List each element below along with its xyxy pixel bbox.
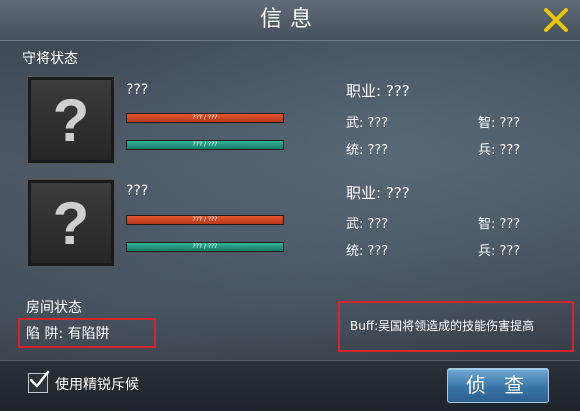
- info-dialog: 信息 守将状态 ? ??? ??? / ??? ??? / ??? 职业: ??…: [0, 0, 580, 411]
- general-job: 职业: ???: [346, 82, 410, 100]
- checkmark-icon: [29, 370, 50, 388]
- general-hp-bar: ??? / ???: [126, 113, 284, 123]
- close-button[interactable]: [540, 4, 572, 36]
- general-name: ???: [126, 82, 149, 98]
- close-icon: [544, 8, 568, 32]
- general-hp-bar: ??? / ???: [126, 215, 284, 225]
- dialog-title: 信息: [259, 7, 320, 32]
- general-portrait-unknown-icon: ?: [28, 77, 114, 163]
- general-portrait-unknown-icon: ?: [28, 180, 114, 266]
- room-section-label: 房间状态: [26, 300, 82, 316]
- elite-scout-label[interactable]: 使用精锐斥候: [55, 374, 139, 394]
- elite-scout-checkbox[interactable]: [28, 370, 50, 393]
- general-stat-tong: 统: ???: [346, 143, 389, 158]
- general-stat-zhi: 智: ???: [478, 217, 521, 232]
- general-stat-bing: 兵: ???: [478, 143, 521, 158]
- general-stat-bing: 兵: ???: [478, 244, 521, 259]
- generals-section-label: 守将状态: [22, 51, 78, 67]
- scout-button[interactable]: 侦 查: [447, 368, 549, 403]
- trap-status: 陷 阱: 有陷阱: [26, 326, 110, 342]
- general-job: 职业: ???: [346, 184, 410, 202]
- general-stat-zhi: 智: ???: [478, 116, 521, 131]
- buff-description: Buff:吴国将领造成的技能伤害提高: [350, 319, 535, 333]
- general-troop-bar: ??? / ???: [126, 140, 284, 150]
- general-stat-wu: 武: ???: [346, 217, 389, 232]
- general-troop-bar: ??? / ???: [126, 242, 284, 252]
- general-stat-tong: 统: ???: [346, 244, 389, 259]
- general-stat-wu: 武: ???: [346, 116, 389, 131]
- general-name: ???: [126, 183, 149, 199]
